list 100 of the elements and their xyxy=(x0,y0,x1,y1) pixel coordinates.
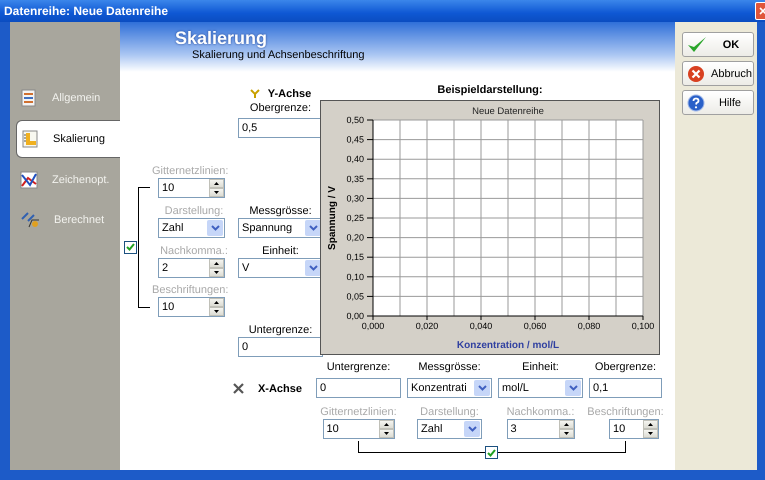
page-subtitle: Skalierung und Achsenbeschriftung xyxy=(191,49,366,61)
checkbox[interactable] xyxy=(485,446,498,459)
field-label: Untergrenze: xyxy=(326,361,390,375)
dialog-button[interactable]: Abbruch xyxy=(682,61,754,86)
dropdown[interactable]: mol/L xyxy=(498,378,583,398)
dropdown-arrow-button[interactable] xyxy=(305,220,321,236)
dialog-button[interactable]: OK xyxy=(682,32,754,57)
spin-down-button[interactable] xyxy=(558,429,574,438)
spin-up-button[interactable] xyxy=(643,420,658,429)
chart-title: Neue Datenreihe xyxy=(472,106,544,117)
field-label: Nachkomma.: xyxy=(160,245,228,258)
axis-title: Y-Achse xyxy=(268,88,312,100)
y-tick-label: 0,45 xyxy=(346,134,364,145)
x-tick-label: 0,100 xyxy=(632,321,654,331)
dropdown[interactable]: V xyxy=(238,258,323,278)
up-arrow-icon xyxy=(214,182,219,185)
dropdown-arrow-button[interactable] xyxy=(565,380,581,396)
field-label: Beschriftungen: xyxy=(152,284,228,297)
spin-up-button[interactable] xyxy=(558,420,574,429)
down-arrow-icon xyxy=(564,432,568,435)
y-tick-label: 0,30 xyxy=(346,193,364,204)
field-label: Messgrösse: xyxy=(418,361,481,375)
spin-up-button[interactable] xyxy=(209,298,224,307)
document-icon xyxy=(20,89,38,107)
x-axis-icon xyxy=(232,383,244,394)
down-arrow-icon xyxy=(214,310,219,313)
spin-down-button[interactable] xyxy=(643,429,658,438)
x-tick-label: 0,020 xyxy=(416,321,438,331)
input-field[interactable]: 0,1 xyxy=(589,378,662,398)
dropdown-arrow-button[interactable] xyxy=(305,260,321,276)
y-tick-label: 0,10 xyxy=(346,272,364,282)
chevron-icon xyxy=(308,225,318,231)
spin-down-button[interactable] xyxy=(209,188,224,197)
fraction-icon xyxy=(20,211,40,229)
down-arrow-icon xyxy=(648,432,653,435)
up-arrow-icon xyxy=(384,423,388,426)
field-label: Obergrenze: xyxy=(250,102,312,116)
y-tick-label: 0,00 xyxy=(346,311,364,321)
y-axis-title: Spannung / V xyxy=(327,186,338,250)
field-label: Nachkomma.: xyxy=(506,406,574,419)
chart-icon xyxy=(20,171,38,189)
up-arrow-icon xyxy=(648,423,653,426)
y-tick-label: 0,15 xyxy=(346,252,364,262)
check-icon xyxy=(126,243,135,251)
up-arrow-icon xyxy=(214,301,219,304)
field-label: Gitternetzlinien: xyxy=(320,406,397,419)
chevron-icon xyxy=(568,385,578,391)
checkbox[interactable] xyxy=(124,240,137,254)
spin-down-button[interactable] xyxy=(209,268,224,277)
dropdown-arrow-button[interactable] xyxy=(474,380,490,396)
y-tick-label: 0,40 xyxy=(346,154,364,164)
x-tick-label: 0,060 xyxy=(524,321,546,331)
y-tick-label: 0,50 xyxy=(346,115,364,125)
chart-heading: Beispieldarstellung: xyxy=(436,84,544,98)
close-icon xyxy=(759,7,765,15)
chevron-icon xyxy=(308,265,318,271)
up-arrow-icon xyxy=(564,423,568,426)
field-label: Untergrenze: xyxy=(248,324,312,337)
dropdown[interactable]: Spannung xyxy=(238,218,323,238)
window-title: Datenreihe: Neue Datenreihe xyxy=(4,4,168,18)
down-arrow-icon xyxy=(384,432,388,435)
y-tick-label: 0,05 xyxy=(346,291,364,302)
up-arrow-icon xyxy=(214,262,219,265)
field-label: Obergrenze: xyxy=(594,361,656,375)
y-tick-label: 0,25 xyxy=(346,213,364,223)
cancel-icon xyxy=(687,64,705,82)
field-label: Einheit: xyxy=(262,245,299,258)
dropdown[interactable]: Konzentrati xyxy=(407,378,492,398)
field-label: Messgrösse: xyxy=(249,205,312,218)
chevron-icon xyxy=(478,385,486,391)
dropdown-arrow-button[interactable] xyxy=(464,421,480,437)
down-arrow-icon xyxy=(214,271,219,274)
spin-up-button[interactable] xyxy=(209,259,224,268)
axis-title: X-Achse xyxy=(258,382,302,394)
field-label: Gitternetzlinien: xyxy=(152,165,228,178)
input-field[interactable]: 0 xyxy=(316,378,401,398)
chevron-icon xyxy=(468,426,476,432)
x-tick-label: 0,040 xyxy=(470,321,492,331)
dialog-button[interactable]: Hilfe xyxy=(682,90,754,115)
down-arrow-icon xyxy=(214,191,219,194)
field-label: Beschriftungen: xyxy=(587,406,664,419)
check-icon xyxy=(487,448,496,456)
input-field[interactable]: 0 xyxy=(238,337,323,357)
y-tick-label: 0,20 xyxy=(346,232,364,243)
spin-up-button[interactable] xyxy=(378,420,394,429)
field-label: Darstellung: xyxy=(164,205,224,218)
input-field[interactable]: 0,5 xyxy=(238,118,323,138)
dropdown-arrow-button[interactable] xyxy=(207,220,223,236)
checkmark-icon xyxy=(687,36,707,54)
spin-down-button[interactable] xyxy=(378,429,394,438)
spin-up-button[interactable] xyxy=(209,179,224,188)
spin-down-button[interactable] xyxy=(209,307,224,316)
chevron-icon xyxy=(210,225,220,231)
ruler-icon xyxy=(21,130,39,148)
help-icon xyxy=(687,94,705,112)
y-axis-icon xyxy=(250,89,260,99)
y-tick-label: 0,35 xyxy=(346,174,364,184)
x-axis-title: Konzentration / mol/L xyxy=(456,340,560,351)
sidebar-tab[interactable]: Skalierung xyxy=(16,120,120,158)
field-label: Darstellung: xyxy=(420,406,479,419)
